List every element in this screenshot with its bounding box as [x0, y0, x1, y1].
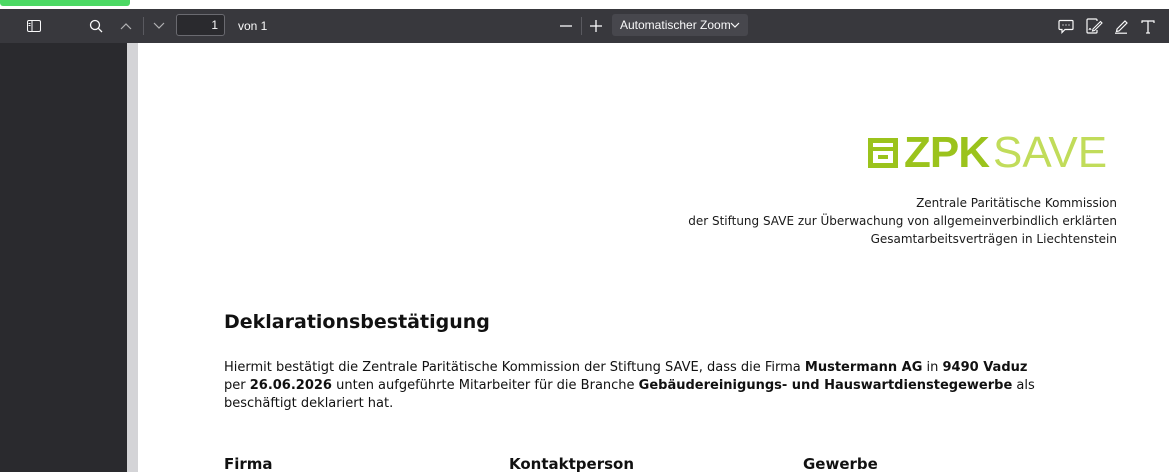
- page-count-label: von 1: [238, 19, 268, 33]
- body-text: beschäftigt deklariert hat.: [224, 396, 394, 411]
- column-heading-firma: Firma: [224, 455, 273, 473]
- zoom-select[interactable]: Automatischer Zoom: [612, 14, 748, 36]
- body-text: als: [1012, 378, 1035, 393]
- text-icon[interactable]: [1137, 9, 1159, 43]
- body-text: in: [922, 360, 943, 375]
- accent-bar: [0, 0, 130, 6]
- column-heading-gewerbe: Gewerbe: [803, 455, 878, 473]
- branch-name: Gebäudereinigungs- und Hauswartdienstege…: [638, 378, 1013, 393]
- signature-icon[interactable]: [1083, 9, 1105, 43]
- chevron-down-icon: [730, 18, 740, 32]
- highlight-icon[interactable]: [1110, 9, 1132, 43]
- org-line: Gesamtarbeitsverträgen in Liechtenstein: [870, 232, 1117, 246]
- logo-text-bold: ZPK: [904, 128, 990, 177]
- logo-mark-icon: [868, 138, 898, 168]
- organization-address: Zentrale Paritätische Kommission der Sti…: [688, 194, 1117, 248]
- pdf-toolbar: von 1 Automatischer Zoom: [0, 9, 1169, 43]
- document-title: Deklarationsbestätigung: [224, 311, 490, 333]
- browser-top-strip: [0, 0, 1169, 9]
- zpk-save-logo: ZPK SAVE: [868, 128, 1108, 177]
- toolbar-separator: [581, 17, 582, 35]
- zoom-out-icon[interactable]: [556, 9, 576, 43]
- document-body: Hiermit bestätigt die Zentrale Paritätis…: [224, 359, 1104, 413]
- zoom-select-value: Automatischer Zoom: [620, 18, 731, 32]
- org-line: der Stiftung SAVE zur Überwachung von al…: [688, 214, 1117, 228]
- declaration-date: 26.06.2026: [249, 378, 332, 393]
- page-number-input[interactable]: [176, 14, 225, 36]
- sidebar-panel: [0, 43, 127, 472]
- body-text: Hiermit bestätigt die Zentrale Paritätis…: [224, 360, 805, 375]
- search-icon[interactable]: [86, 9, 106, 43]
- column-heading-kontaktperson: Kontaktperson: [509, 455, 635, 473]
- chevron-up-icon[interactable]: [115, 9, 137, 43]
- company-location: 9490 Vaduz: [942, 360, 1028, 375]
- company-name: Mustermann AG: [804, 360, 923, 375]
- toolbar-separator: [143, 17, 144, 35]
- logo-text-light: SAVE: [993, 128, 1108, 177]
- org-line: Zentrale Paritätische Kommission: [916, 196, 1117, 210]
- body-text: per: [224, 378, 250, 393]
- chevron-down-icon[interactable]: [148, 9, 170, 43]
- comment-icon[interactable]: [1055, 9, 1077, 43]
- sidebar-toggle-icon[interactable]: [24, 9, 44, 43]
- body-text: unten aufgeführte Mitarbeiter für die Br…: [331, 378, 639, 393]
- zoom-in-icon[interactable]: [586, 9, 606, 43]
